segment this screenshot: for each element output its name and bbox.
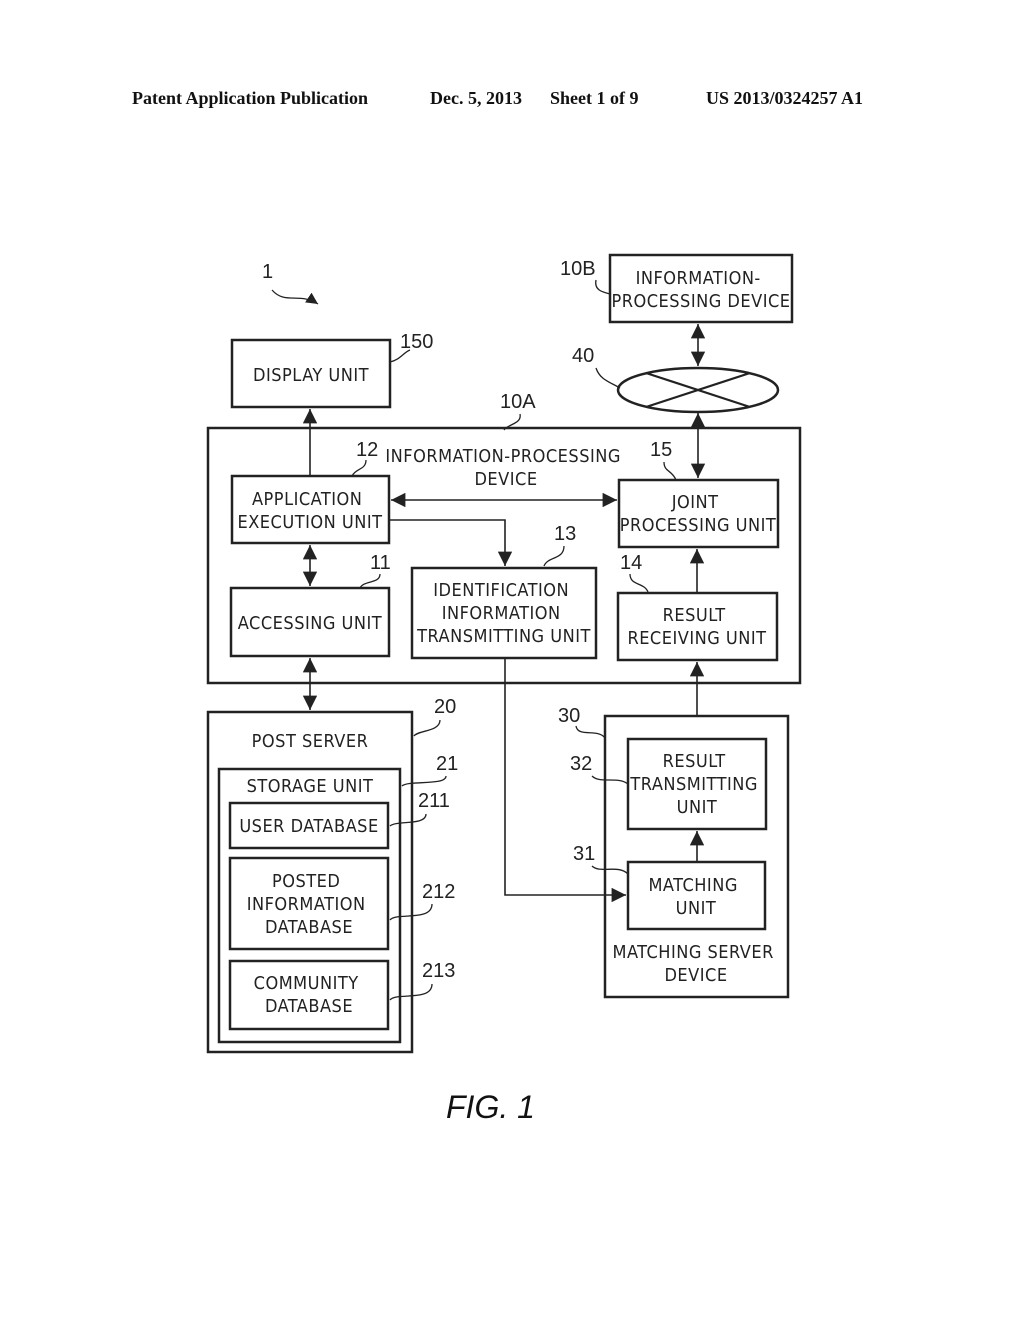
- ref-device-10b: 10B: [560, 258, 596, 280]
- user-database-label: USER DATABASE: [239, 816, 378, 837]
- ref-community-db: 213: [422, 960, 455, 982]
- ref-ident: 13: [554, 523, 576, 545]
- result-receiving-unit-box: [616, 591, 779, 662]
- community-database-box: [228, 959, 390, 1031]
- ref-result-trans: 32: [570, 753, 592, 775]
- accessing-unit-label: ACCESSING UNIT: [238, 613, 382, 634]
- ref-matching-server: 30: [558, 705, 580, 727]
- ref-network-leader: [595, 367, 621, 389]
- storage-unit-label: STORAGE UNIT: [247, 776, 374, 797]
- ref-device-10b-leader: [595, 279, 611, 295]
- ref-post-server: 20: [434, 696, 456, 718]
- ref-storage: 21: [436, 753, 458, 775]
- ref-result-recv: 14: [620, 552, 642, 574]
- ref-accessing: 11: [370, 552, 391, 574]
- block-diagram: 1 DISPLAY UNIT 150 INFORMATION- PROCESSI…: [206, 253, 802, 1125]
- ref-app-exec: 12: [356, 439, 378, 461]
- figure-label: FIG. 1: [446, 1089, 535, 1125]
- ref-user-db: 211: [418, 790, 450, 812]
- ref-network: 40: [572, 345, 594, 367]
- post-server-label: POST SERVER: [252, 731, 369, 752]
- identification-transmitting-unit-label: IDENTIFICATION INFORMATION TRANSMITTING …: [416, 580, 591, 647]
- ref-matching-unit: 31: [573, 843, 595, 865]
- ref-posted-db: 212: [422, 881, 455, 903]
- ref-joint: 15: [650, 439, 672, 461]
- ref-post-server-leader: [413, 719, 441, 737]
- display-unit-label: DISPLAY UNIT: [253, 365, 369, 386]
- system-pointer-arrow: [271, 289, 319, 305]
- joint-processing-unit-box: [617, 478, 780, 549]
- ref-matching-server-leader: [575, 725, 606, 739]
- ref-device-10a: 10A: [500, 391, 536, 413]
- ref-system: 1: [262, 261, 273, 283]
- ref-display: 150: [400, 331, 433, 353]
